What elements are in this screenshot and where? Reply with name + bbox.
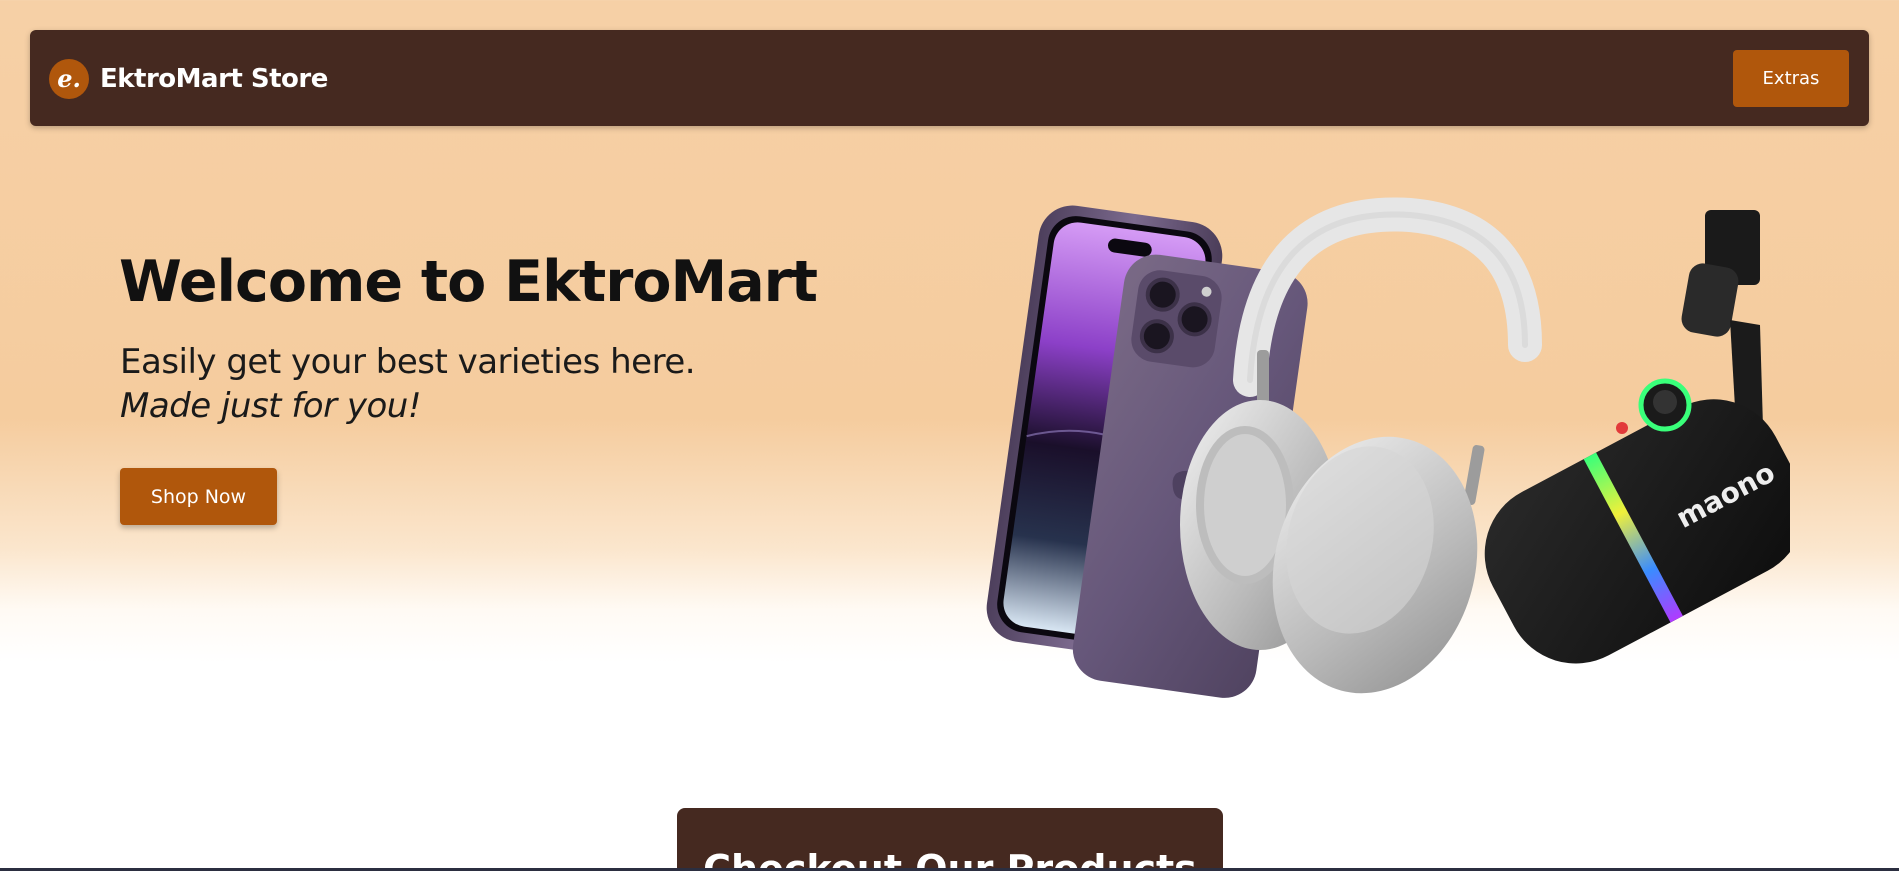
- hero-product-image: maono: [986, 197, 1790, 698]
- brand-name[interactable]: EktroMart Store: [100, 59, 328, 99]
- shop-now-button[interactable]: Shop Now: [120, 468, 277, 525]
- products-section-header: Checkout Our Products: [677, 808, 1223, 871]
- extras-button[interactable]: Extras: [1733, 50, 1849, 107]
- logo-icon[interactable]: e.: [49, 59, 89, 99]
- site-header: e. EktroMart Store Extras: [30, 30, 1869, 126]
- hero-tagline: Made just for you!: [120, 386, 421, 426]
- hero-subtitle-block: Easily get your best varieties here. Mad…: [120, 340, 696, 428]
- hero-title: Welcome to EktroMart: [119, 249, 818, 315]
- hero-subtitle: Easily get your best varieties here.: [120, 342, 696, 382]
